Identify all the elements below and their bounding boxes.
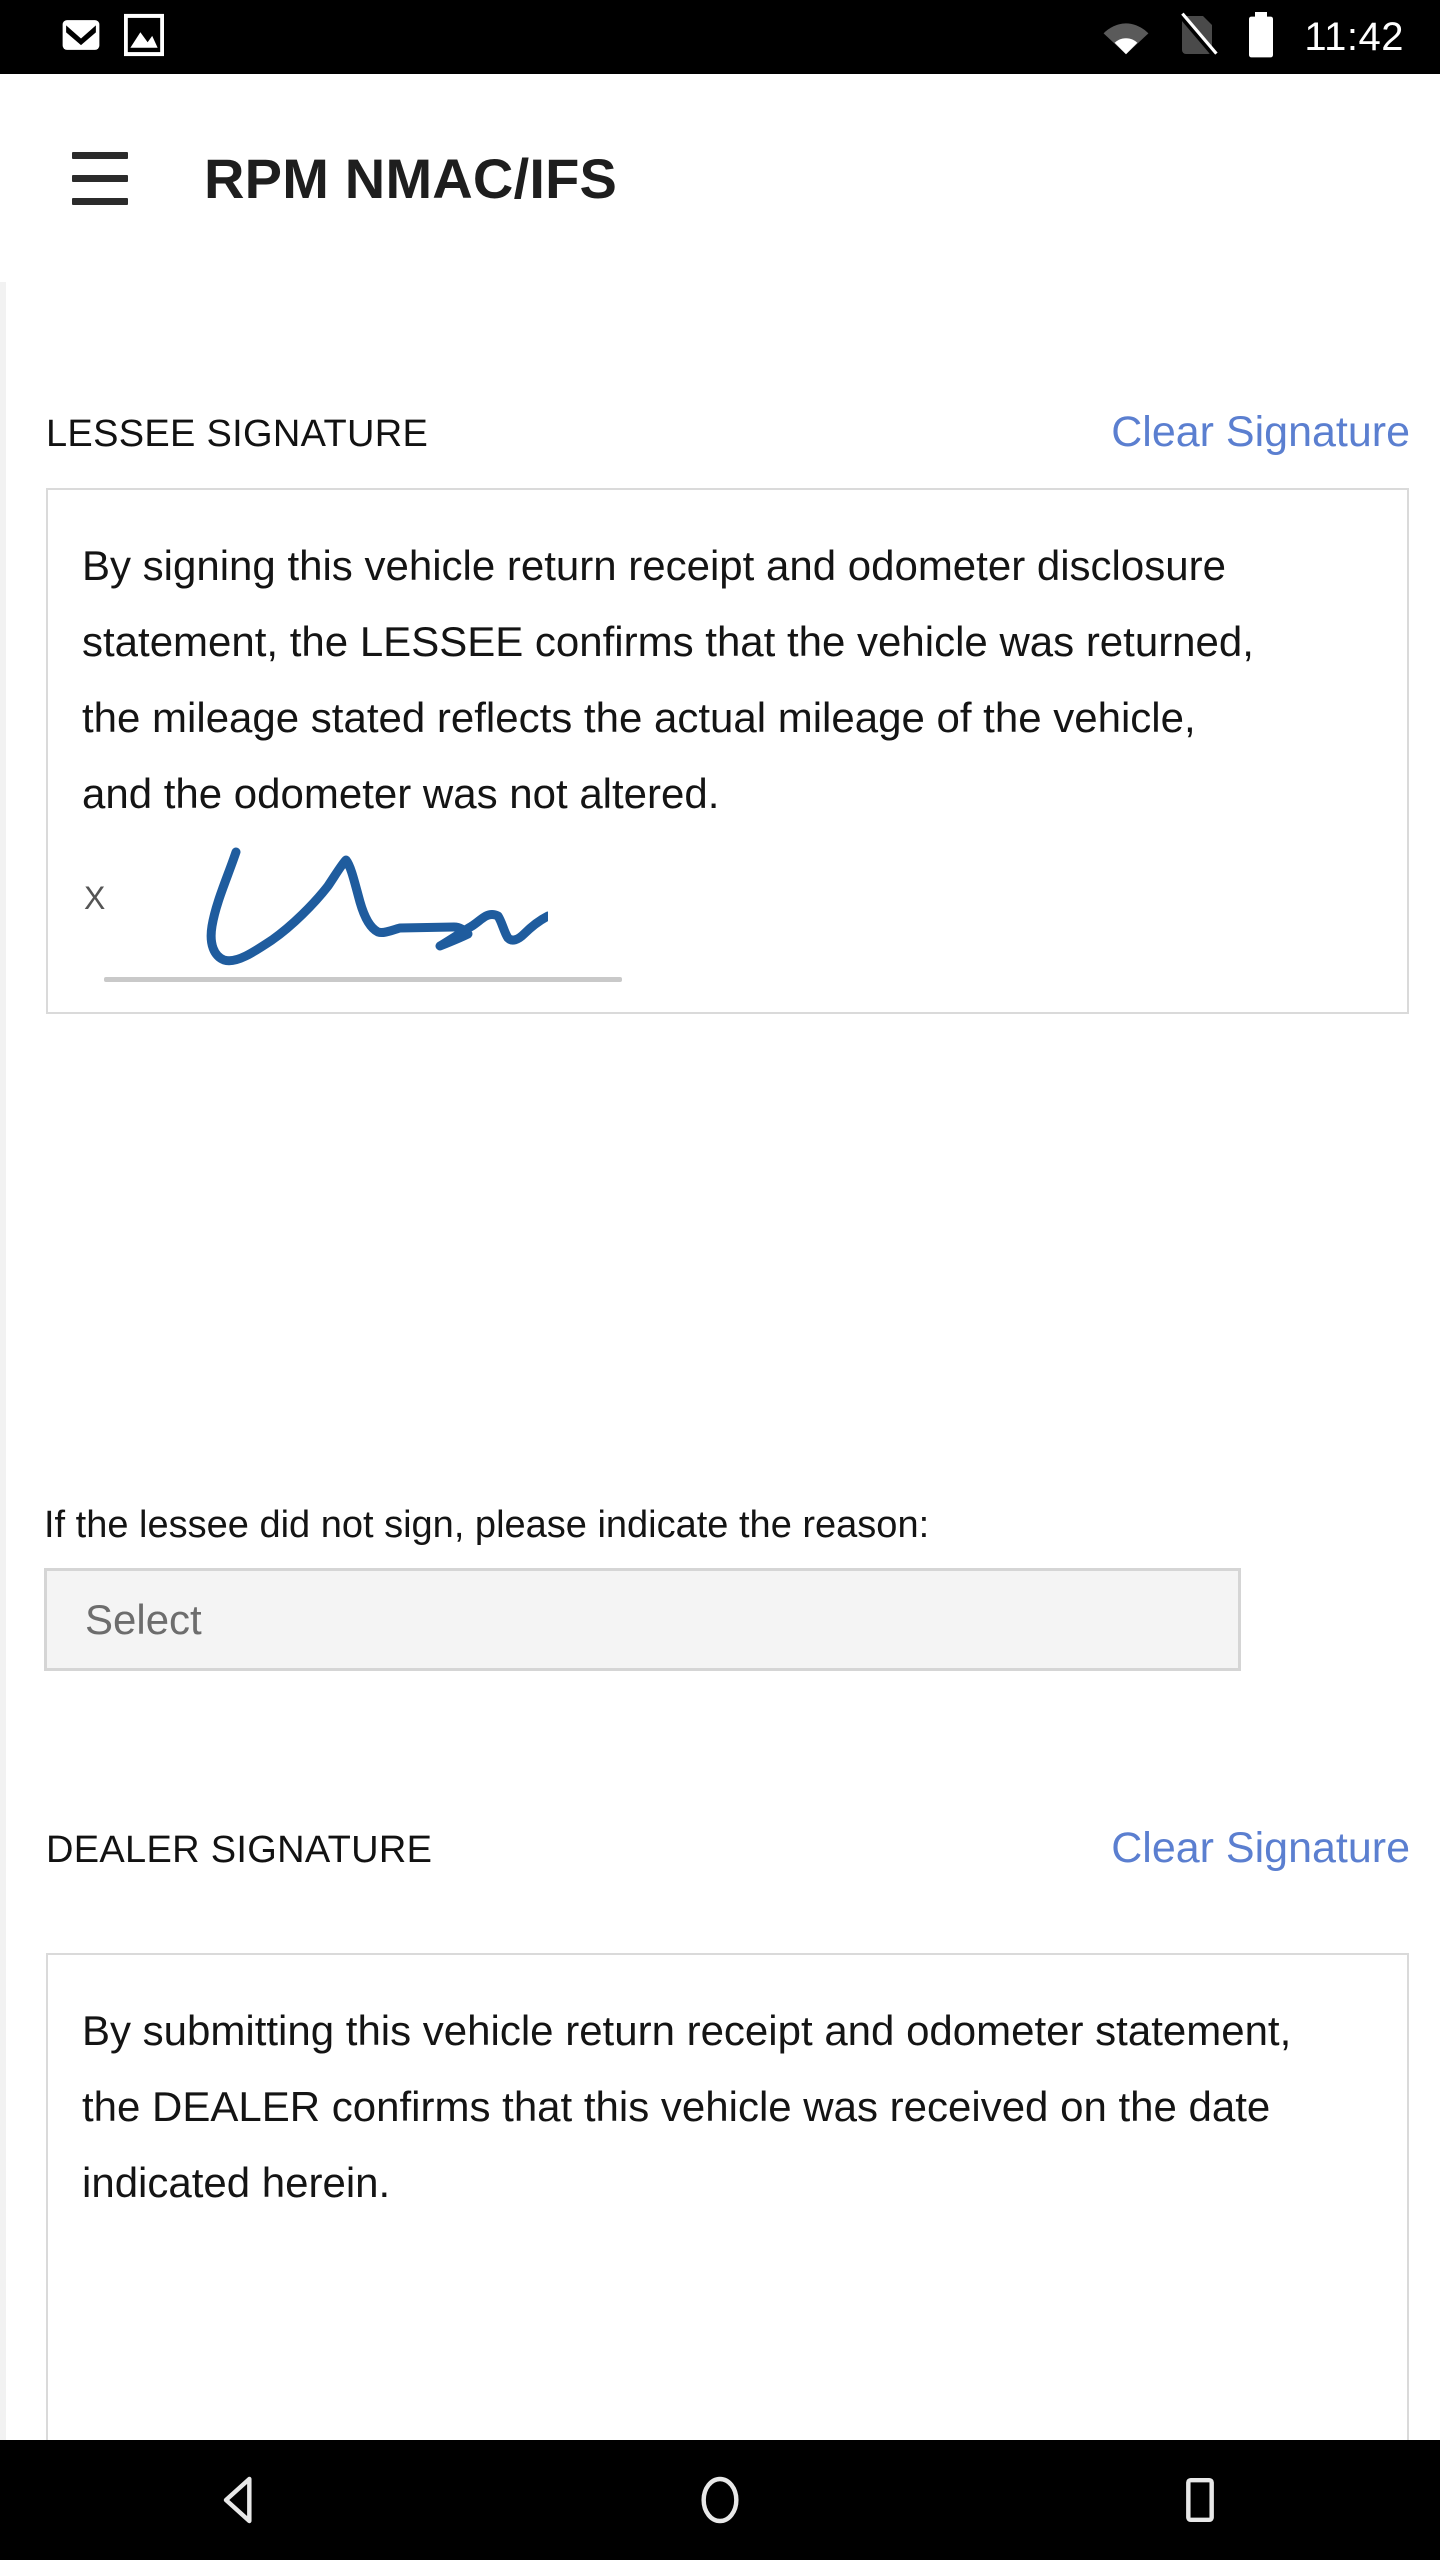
status-bar-notifications	[0, 13, 165, 62]
hamburger-line-2	[72, 174, 128, 182]
page-title: RPM NMAC/IFS	[204, 146, 618, 210]
dealer-consent-text: By submitting this vehicle return receip…	[82, 2007, 1292, 2206]
photos-icon	[123, 13, 165, 62]
hamburger-line-3	[72, 197, 128, 205]
clear-lessee-signature-button[interactable]: Clear Signature	[1111, 408, 1410, 457]
dealer-signature-box[interactable]: By submitting this vehicle return receip…	[46, 1953, 1409, 2440]
signature-x-marker: X	[84, 880, 106, 916]
home-circle-icon[interactable]	[620, 2440, 820, 2560]
gmail-icon	[60, 14, 102, 61]
no-signature-reason-value: Select	[85, 1595, 202, 1643]
recents-square-icon[interactable]	[1100, 2440, 1300, 2560]
no-signature-reason-label: If the lessee did not sign, please indic…	[44, 1504, 930, 1546]
phone-screen: 11:42 RPM NMAC/IFS LESSEE SIGNATURE Clea…	[0, 0, 1440, 2560]
back-triangle-icon[interactable]	[140, 2440, 340, 2560]
lessee-signature-ink	[206, 847, 548, 966]
no-sim-icon	[1176, 12, 1218, 63]
hamburger-line-1	[72, 151, 128, 159]
dealer-signature-header: DEALER SIGNATURE Clear Signature	[46, 1824, 1410, 1884]
signature-baseline	[104, 977, 622, 982]
status-bar-system-icons: 11:42	[1102, 11, 1440, 64]
lessee-consent-text: By signing this vehicle return receipt a…	[82, 542, 1254, 817]
lessee-signature-header: LESSEE SIGNATURE Clear Signature	[46, 408, 1410, 468]
android-navigation-bar	[0, 2440, 1440, 2560]
lessee-signature-label: LESSEE SIGNATURE	[46, 413, 429, 455]
app-bar: RPM NMAC/IFS	[0, 74, 1440, 288]
status-bar-clock: 11:42	[1304, 14, 1404, 59]
no-signature-reason-select[interactable]: Select	[44, 1568, 1241, 1671]
battery-full-icon	[1244, 11, 1278, 64]
form-content: LESSEE SIGNATURE Clear Signature By sign…	[0, 282, 1440, 2440]
hamburger-menu-icon[interactable]	[44, 122, 156, 234]
dealer-signature-label: DEALER SIGNATURE	[46, 1829, 433, 1871]
status-bar: 11:42	[0, 0, 1440, 74]
lessee-signature-box[interactable]: By signing this vehicle return receipt a…	[46, 488, 1409, 1014]
wifi-icon	[1102, 15, 1150, 60]
clear-dealer-signature-button[interactable]: Clear Signature	[1111, 1824, 1410, 1873]
